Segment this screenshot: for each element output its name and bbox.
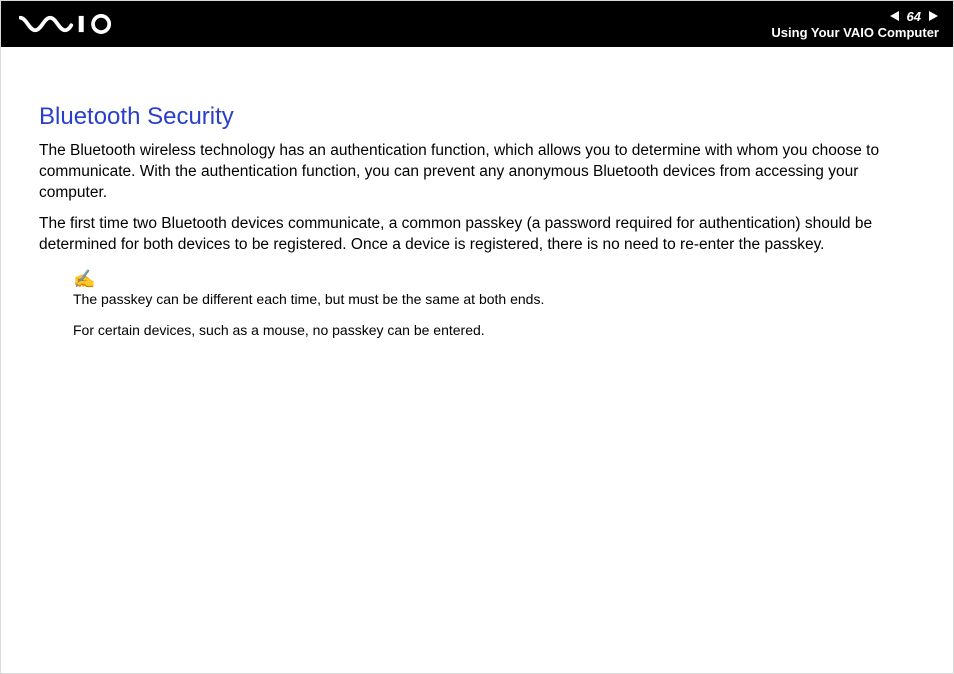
page-number: 64 xyxy=(907,9,921,24)
page-nav: 64 xyxy=(889,9,939,24)
note-block: ✍ The passkey can be different each time… xyxy=(73,270,917,340)
header-right: 64 Using Your VAIO Computer xyxy=(771,9,939,40)
page-container: 64 Using Your VAIO Computer Bluetooth Se… xyxy=(0,0,954,674)
body-paragraph: The first time two Bluetooth devices com… xyxy=(39,214,917,256)
note-line: For certain devices, such as a mouse, no… xyxy=(73,321,917,340)
note-line: The passkey can be different each time, … xyxy=(73,290,917,309)
page-title: Bluetooth Security xyxy=(39,103,917,131)
header-bar: 64 Using Your VAIO Computer xyxy=(1,1,953,47)
body-paragraph: The Bluetooth wireless technology has an… xyxy=(39,141,917,204)
content-area: Bluetooth Security The Bluetooth wireles… xyxy=(1,47,953,339)
prev-page-arrow-icon[interactable] xyxy=(889,10,901,22)
section-label: Using Your VAIO Computer xyxy=(771,25,939,40)
pencil-note-icon: ✍ xyxy=(73,270,917,288)
next-page-arrow-icon[interactable] xyxy=(927,10,939,22)
vaio-logo xyxy=(19,14,131,34)
